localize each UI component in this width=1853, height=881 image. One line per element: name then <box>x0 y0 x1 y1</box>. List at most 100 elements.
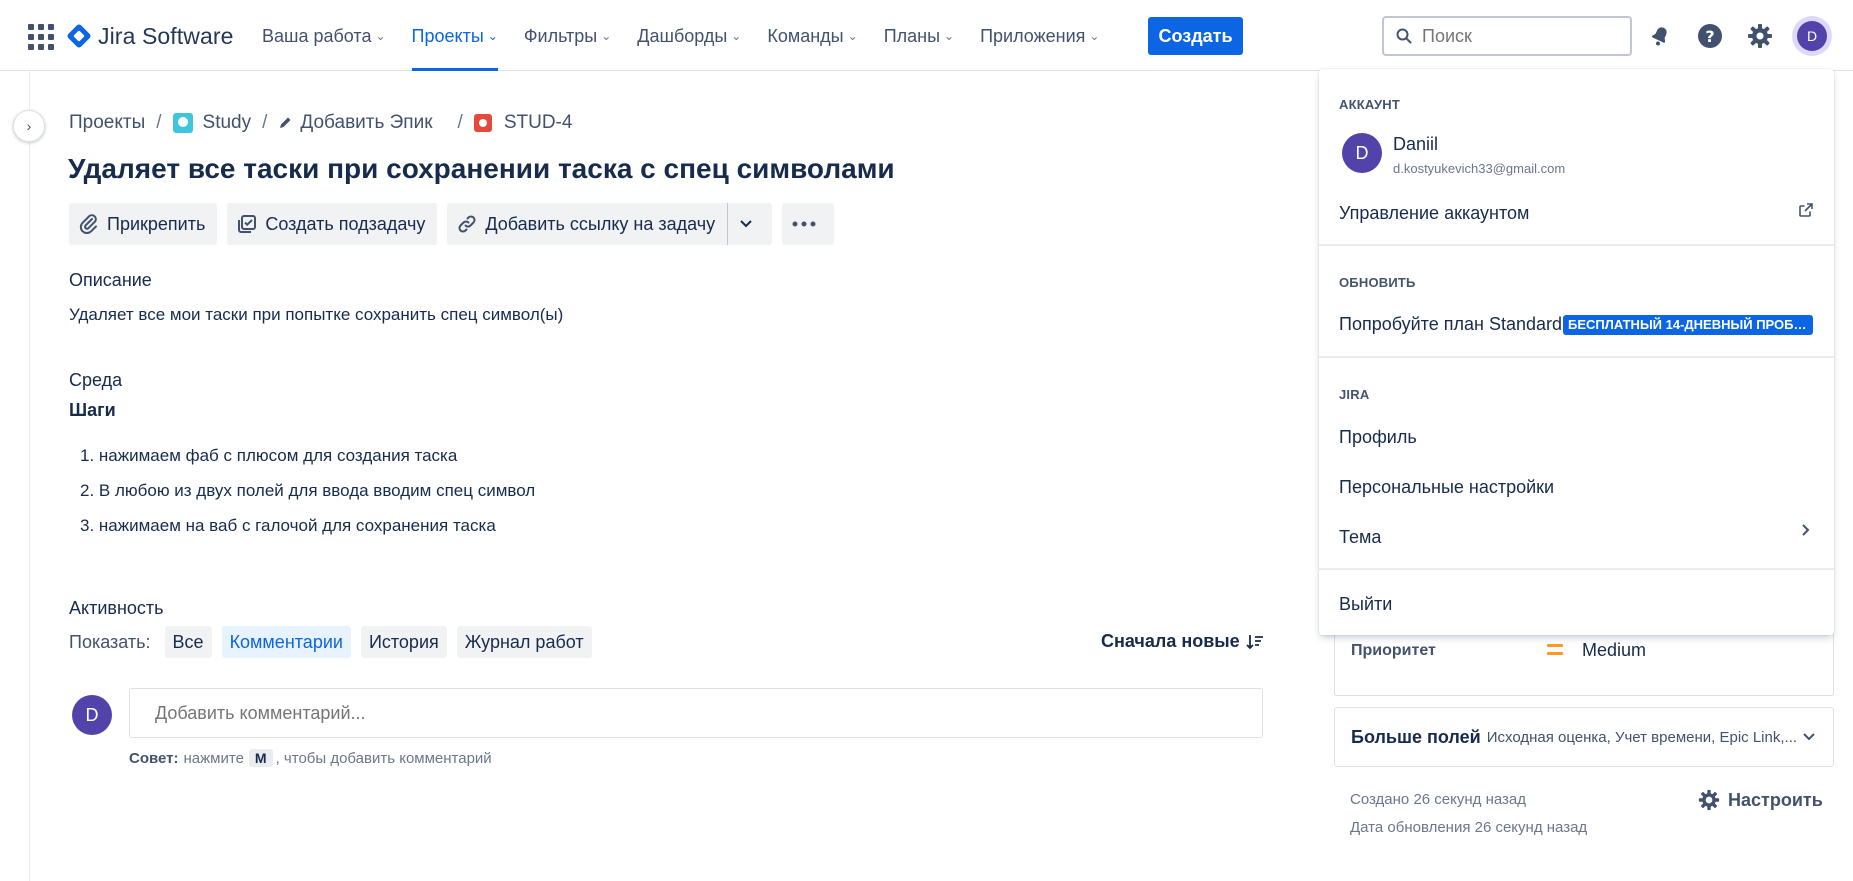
list-item: 2. В любою из двух полей для ввода вводи… <box>80 481 536 500</box>
issue-action-bar: Прикрепить Создать подзадачу Добавить сс… <box>69 203 844 245</box>
add-comment-input[interactable] <box>129 688 1263 738</box>
chevron-down-icon: ⌄ <box>944 29 955 43</box>
issue-title[interactable]: Удаляет все таски при сохранении таска с… <box>68 153 895 185</box>
activity-heading: Активность <box>69 598 164 618</box>
add-epic-link[interactable]: Добавить Эпик <box>300 112 432 134</box>
user-email: d.kostyukevich33@gmail.com <box>1393 161 1566 176</box>
search-icon <box>1396 28 1412 44</box>
project-avatar-icon <box>172 113 193 133</box>
personal-settings-link[interactable]: Персональные настройки <box>1339 477 1554 498</box>
app-switcher-icon[interactable] <box>28 24 54 50</box>
attach-button[interactable]: Прикрепить <box>69 203 218 245</box>
create-button[interactable]: Создать <box>1148 17 1243 55</box>
try-standard-plan-link[interactable]: Попробуйте план Standard <box>1339 314 1562 335</box>
top-navigation: Jira Software Ваша работа ⌄ Проекты ⌄ Филь… <box>0 0 1853 71</box>
tip-text: , чтобы добавить комментарий <box>275 749 492 767</box>
breadcrumb-project-study[interactable]: Study <box>203 112 252 134</box>
sidebar-collapsed <box>0 71 30 881</box>
chevron-down-icon: ⌄ <box>375 29 386 43</box>
help-icon[interactable]: ? <box>1692 18 1728 54</box>
external-link-icon[interactable] <box>1798 202 1814 218</box>
list-item: 1. нажимаем фаб с плюсом для создания та… <box>80 446 458 465</box>
tip-label: Совет: <box>129 749 179 767</box>
paperclip-icon <box>79 214 97 234</box>
avatar: D <box>1342 133 1382 173</box>
divider <box>1319 356 1834 358</box>
notifications-icon[interactable] <box>1642 18 1678 54</box>
nav-teams[interactable]: Команды ⌄ <box>767 20 857 52</box>
avatar: D <box>1797 21 1827 51</box>
avatar: D <box>72 695 112 735</box>
breadcrumb-separator: / <box>156 112 162 133</box>
link-issue-dropdown-chevron-down-icon[interactable] <box>727 203 773 245</box>
jira-section-header: JIRA <box>1339 387 1370 402</box>
create-subtask-button[interactable]: Создать подзадачу <box>227 203 438 245</box>
chevron-down-icon <box>1803 728 1815 744</box>
subtask-icon <box>238 215 257 233</box>
sort-descending-icon <box>1246 634 1263 649</box>
priority-value[interactable]: Medium <box>1582 640 1646 661</box>
attach-label: Прикрепить <box>107 213 206 234</box>
create-subtask-label: Создать подзадачу <box>265 213 426 234</box>
expand-sidebar-chevron-right-icon[interactable]: › <box>13 110 45 142</box>
chevron-down-icon: ⌄ <box>847 29 858 43</box>
breadcrumb-separator: / <box>262 112 268 133</box>
filter-history[interactable]: История <box>360 626 447 658</box>
activity-filter-row: Показать: Все Комментарии История Журнал… <box>69 626 602 658</box>
logout-link[interactable]: Выйти <box>1339 594 1392 615</box>
sort-order-button[interactable]: Сначала новые <box>1101 631 1264 652</box>
keyboard-shortcut-key: M <box>248 749 273 767</box>
steps-list[interactable]: 1. нажимаем фаб с плюсом для создания та… <box>80 444 535 549</box>
steps-heading[interactable]: Шаги <box>69 400 116 421</box>
pencil-icon <box>280 117 291 128</box>
settings-gear-icon[interactable] <box>1742 18 1778 54</box>
list-item: 3. нажимаем на ваб с галочой для сохране… <box>80 516 496 535</box>
chevron-down-icon: ⌄ <box>731 29 742 43</box>
filter-comments[interactable]: Комментарии <box>221 626 351 658</box>
user-name: Daniil <box>1393 134 1439 154</box>
account-menu: АККАУНТ D Daniil d.kostyukevich33@gmail.… <box>1319 69 1834 635</box>
chevron-down-icon: ⌄ <box>1089 29 1100 43</box>
search-box[interactable] <box>1382 16 1632 56</box>
priority-medium-icon <box>1547 644 1563 658</box>
upgrade-section-header: ОБНОВИТЬ <box>1339 275 1416 290</box>
comment-tip: Совет: нажмите M , чтобы добавить коммен… <box>129 749 492 767</box>
free-trial-badge: БЕСПЛАТНЫЙ 14-ДНЕВНЫЙ ПРОБНЫЙ ПЕРИОД <box>1563 315 1813 335</box>
breadcrumb-projects[interactable]: Проекты <box>69 112 145 134</box>
theme-submenu[interactable]: Тема <box>1339 527 1381 548</box>
more-actions-ellipsis-icon[interactable] <box>782 203 835 245</box>
more-fields-section[interactable]: Больше полей Исходная оценка, Учет време… <box>1334 707 1834 767</box>
nav-projects[interactable]: Проекты ⌄ <box>411 20 499 71</box>
nav-projects-label: Проекты <box>411 25 484 46</box>
profile-link[interactable]: Профиль <box>1339 427 1417 448</box>
environment-heading: Среда <box>69 370 123 390</box>
nav-filters[interactable]: Фильтры ⌄ <box>524 20 611 52</box>
jira-logo[interactable]: Jira Software <box>66 21 234 51</box>
nav-plans-label: Планы <box>883 25 941 46</box>
nav-apps[interactable]: Приложения ⌄ <box>980 20 1099 52</box>
nav-dashboards[interactable]: Дашборды ⌄ <box>637 20 741 52</box>
nav-your-work[interactable]: Ваша работа ⌄ <box>262 20 386 52</box>
nav-plans[interactable]: Планы ⌄ <box>884 20 954 52</box>
manage-account-link[interactable]: Управление аккаунтом <box>1339 203 1529 224</box>
breadcrumb: Проекты / Study / Добавить Эпик / STUD-4 <box>69 110 572 136</box>
filter-all[interactable]: Все <box>164 626 212 658</box>
profile-avatar-button[interactable]: D <box>1792 16 1832 56</box>
chevron-down-icon: ⌄ <box>487 29 498 43</box>
link-issue-button[interactable]: Добавить ссылку на задачу <box>447 203 728 245</box>
account-section-header: АККАУНТ <box>1339 97 1400 112</box>
more-fields-summary: Исходная оценка, Учет времени, Epic Link… <box>1486 728 1798 746</box>
jira-diamond-icon <box>66 23 92 49</box>
description-heading: Описание <box>69 270 152 290</box>
breadcrumb-issue-key[interactable]: STUD-4 <box>504 112 573 134</box>
sort-order-label: Сначала новые <box>1101 631 1240 651</box>
nav-teams-label: Команды <box>767 25 844 46</box>
configure-button[interactable]: Настроить <box>1698 789 1823 811</box>
description-text[interactable]: Удаляет все мои таски при попытке сохран… <box>69 305 563 325</box>
filter-work-log[interactable]: Журнал работ <box>456 626 592 658</box>
more-fields-label: Больше полей <box>1351 726 1481 747</box>
nav-dashboards-label: Дашборды <box>637 25 728 46</box>
search-input[interactable] <box>1422 25 1612 47</box>
primary-nav: Ваша работа ⌄ Проекты ⌄ Фильтры ⌄ Дашборды ⌄… <box>262 20 1125 71</box>
gear-icon <box>1698 789 1720 811</box>
